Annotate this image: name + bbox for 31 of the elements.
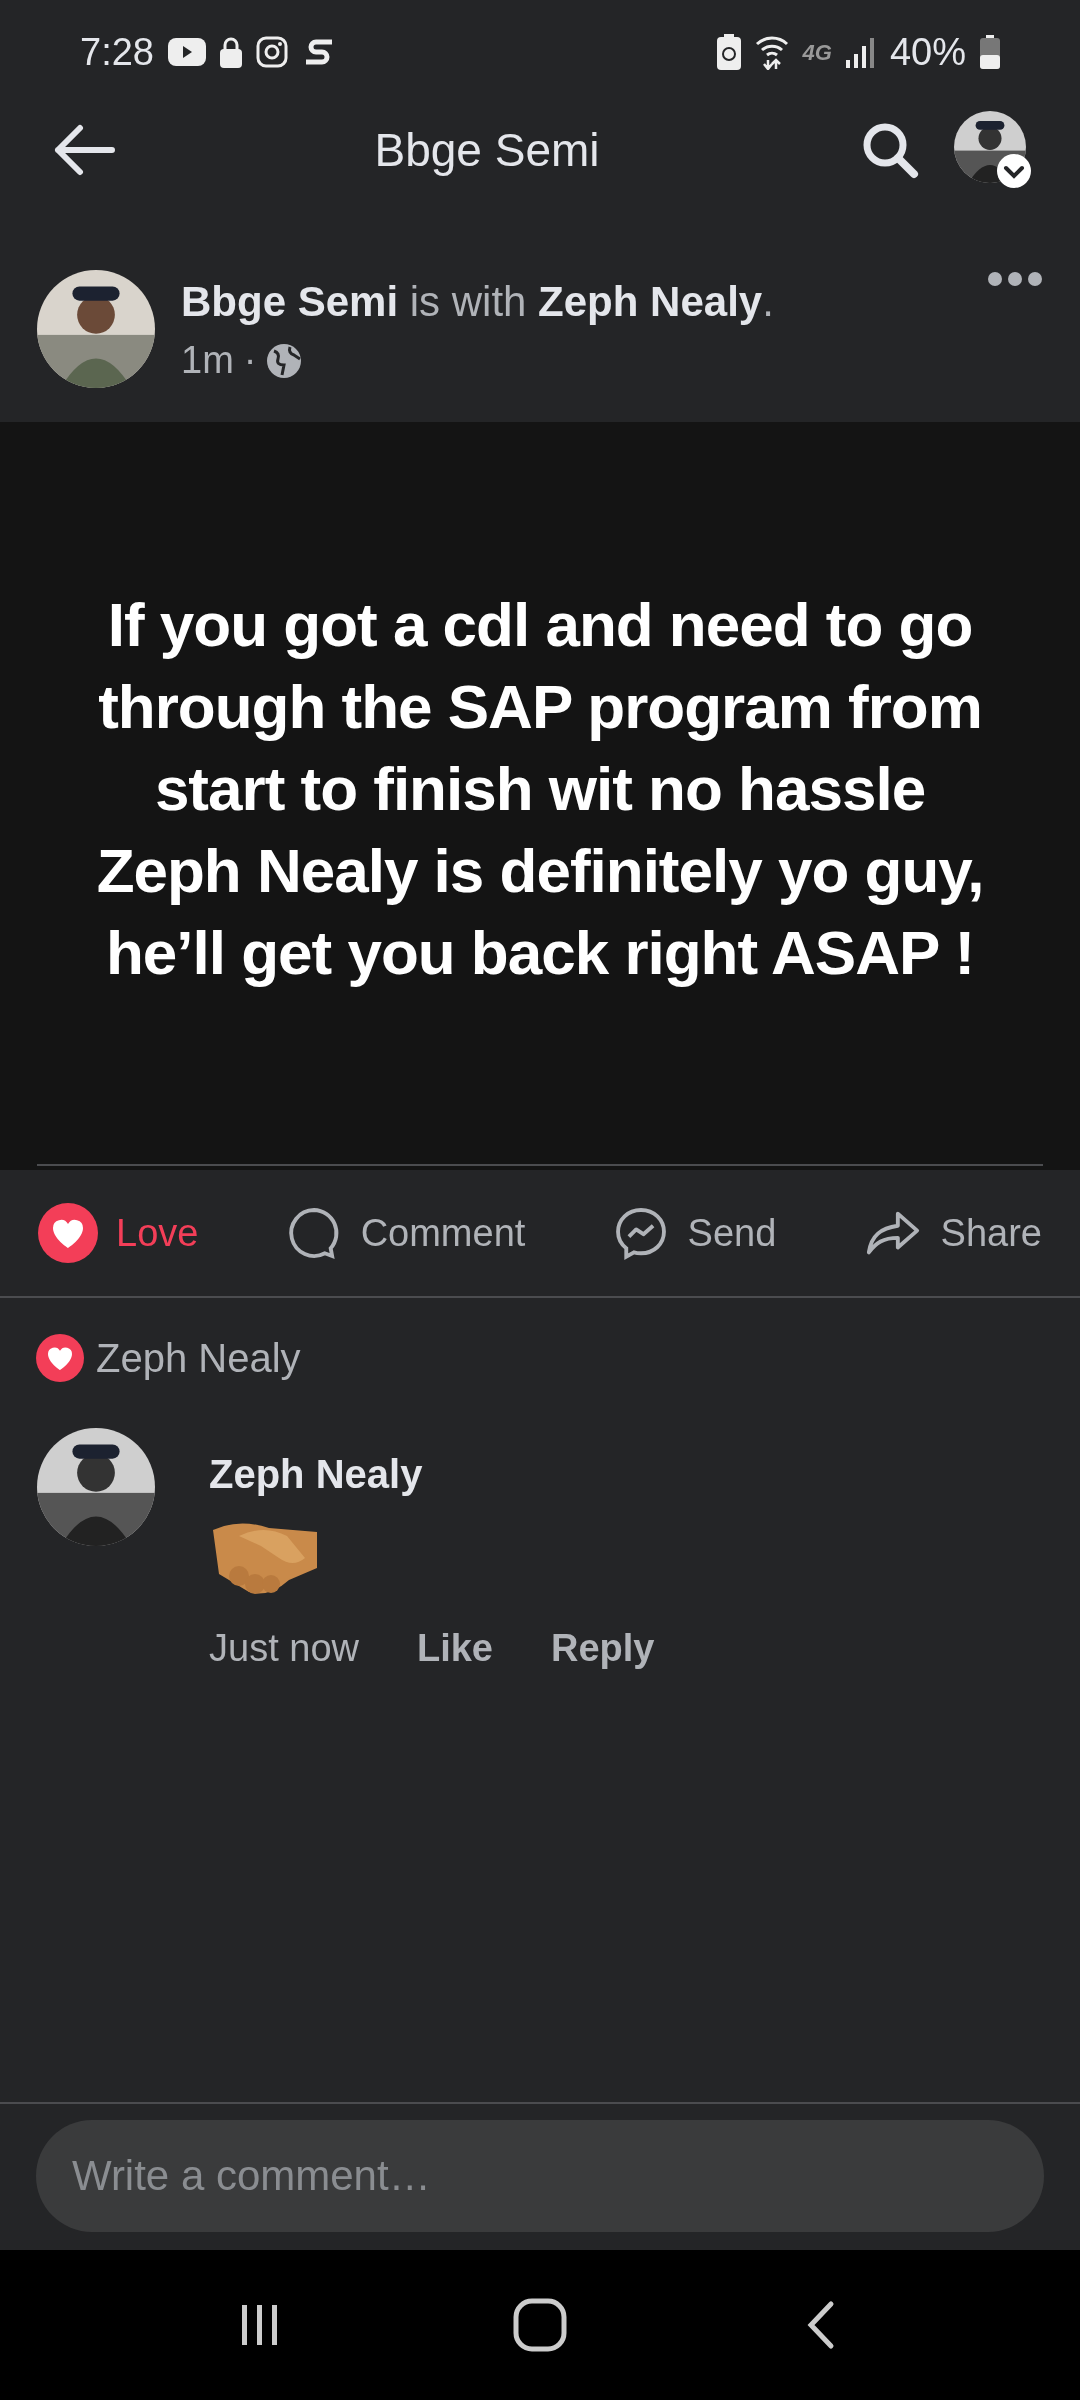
battery-saver-icon xyxy=(716,34,741,70)
lock-icon xyxy=(219,36,242,68)
status-time: 7:28 xyxy=(80,29,154,75)
wifi-icon xyxy=(754,34,789,70)
love-reaction-icon xyxy=(36,1334,84,1382)
signal-icon xyxy=(845,36,876,68)
reply-link[interactable]: Reply xyxy=(551,1620,655,1677)
commenter-name[interactable]: Zeph Nealy xyxy=(209,1444,655,1504)
network-type: 4G xyxy=(802,38,832,67)
battery-icon xyxy=(980,35,1000,69)
like-link[interactable]: Like xyxy=(416,1620,493,1677)
recent-apps-icon[interactable] xyxy=(240,2303,280,2347)
home-icon[interactable] xyxy=(513,2298,567,2352)
send-action-button[interactable]: Send xyxy=(611,1204,777,1262)
camera-icon xyxy=(255,36,288,68)
chevron-left-icon[interactable] xyxy=(805,2300,835,2350)
comment-time: Just now xyxy=(209,1626,359,1671)
post-text: If you got a cdl and need to go through the SAP program from start to finish wit no hassle Zeph Nealy is definitely yo guy, he’ll get you back right ASAP ! xyxy=(96,589,984,989)
love-action-button[interactable]: Love xyxy=(38,1203,199,1263)
page-title: Bbge Semi xyxy=(373,122,601,178)
reactor-name[interactable]: Zeph Nealy xyxy=(96,1328,301,1388)
globe-icon xyxy=(266,342,303,379)
separator-dot: · xyxy=(243,338,257,383)
comment-action-button[interactable]: Comment xyxy=(284,1204,526,1262)
post-time: 1m xyxy=(181,338,234,383)
post-headline: Bbge Semi is with Zeph Nealy. xyxy=(181,277,775,327)
video-play-icon xyxy=(167,38,206,66)
chevron-down-icon xyxy=(996,153,1032,189)
comment-input-field[interactable]: Write a comment… xyxy=(36,2120,1044,2232)
battery-percent: 40% xyxy=(889,29,966,75)
share-action-button[interactable]: Share xyxy=(862,1204,1042,1262)
